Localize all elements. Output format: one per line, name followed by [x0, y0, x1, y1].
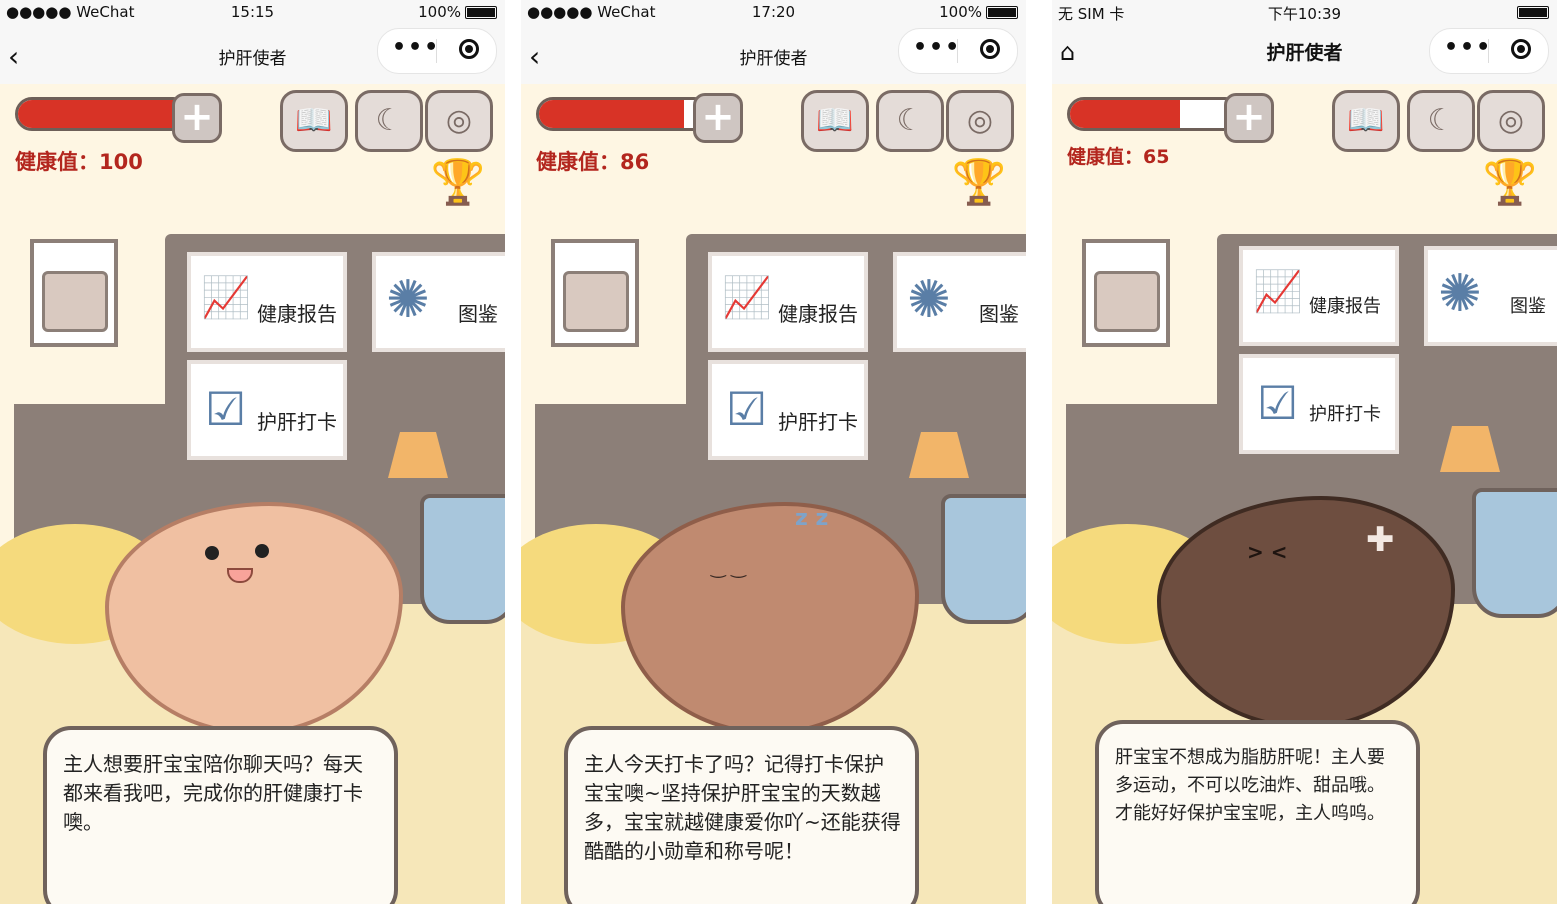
battery-indicator: 100% — [418, 3, 497, 21]
wall-picture — [551, 239, 639, 347]
book-icon[interactable]: 📖 — [801, 90, 869, 152]
health-value-label: 健康值：86 — [536, 150, 650, 174]
status-bar: ●●●●● WeChat 17:20 100% — [521, 0, 1026, 26]
health-bar-fill — [18, 100, 187, 128]
health-value-label: 健康值：100 — [15, 150, 143, 174]
battery-icon — [465, 6, 497, 19]
plate-food-icon[interactable]: ◎ — [946, 90, 1014, 152]
checkin-jar-icon: ☑ — [205, 382, 247, 436]
more-icon[interactable]: ••• — [1444, 35, 1492, 60]
nav-bar: ⌂ 护肝使者 ••• — [1052, 26, 1557, 84]
virus-icon: ✺ — [907, 270, 951, 330]
phone-screen-1: ●●●●● WeChat 15:15 100% ‹ 护肝使者 ••• + 健康值… — [0, 0, 505, 904]
gallery-card[interactable]: ✺ 图鉴 — [1424, 246, 1557, 346]
plant-pot-illustration — [420, 494, 505, 624]
wall-picture — [30, 239, 118, 347]
battery-icon — [986, 6, 1018, 19]
gallery-label: 图鉴 — [458, 302, 498, 326]
health-report-card[interactable]: 📈 健康报告 — [187, 252, 347, 352]
more-icon[interactable]: ••• — [913, 35, 961, 60]
speech-text: 主人想要肝宝宝陪你聊天吗？每天都来看我吧，完成你的肝健康打卡噢。 — [63, 752, 363, 834]
virus-icon: ✺ — [386, 270, 430, 330]
gallery-label: 图鉴 — [979, 302, 1019, 326]
plant-pot-illustration — [941, 494, 1026, 624]
speech-bubble: 肝宝宝不想成为脂肪肝呢！主人要多运动，不可以吃油炸、甜品哦。才能好好保护宝宝呢，… — [1095, 720, 1420, 904]
health-bar — [15, 97, 190, 131]
sleep-z-icon: z z — [795, 506, 829, 531]
trophy-icon[interactable]: 🏆 — [1482, 156, 1538, 220]
gallery-label: 图鉴 — [1510, 296, 1546, 317]
add-health-button[interactable]: + — [172, 93, 222, 143]
chart-trend-icon: 📈 — [201, 275, 251, 321]
mini-program-capsule: ••• — [898, 28, 1018, 74]
checkin-label: 护肝打卡 — [257, 410, 337, 434]
nav-bar: ‹ 护肝使者 ••• — [521, 26, 1026, 84]
phone-screen-3: 无 SIM 卡 下午10:39 ⌂ 护肝使者 ••• + 健康值：65 📖 ☾ … — [1052, 0, 1557, 904]
battery-indicator — [1513, 3, 1549, 21]
speech-text: 主人今天打卡了吗？记得打卡保护宝宝噢~坚持保护肝宝宝的天数越多，宝宝就越健康爱你… — [584, 752, 901, 863]
speech-text: 肝宝宝不想成为脂肪肝呢！主人要多运动，不可以吃油炸、甜品哦。才能好好保护宝宝呢，… — [1115, 747, 1385, 824]
health-bar-fill — [1070, 100, 1180, 128]
checkin-jar-icon: ☑ — [1257, 376, 1299, 430]
health-report-card[interactable]: 📈 健康报告 — [1239, 246, 1399, 346]
room-scene: + 健康值：86 📖 ☾ ◎ 🏆 📈 健康报告 ✺ 图鉴 ☑ 护肝打卡 z z … — [521, 84, 1026, 904]
health-value-label: 健康值：65 — [1067, 146, 1170, 168]
checkin-card[interactable]: ☑ 护肝打卡 — [708, 360, 868, 460]
nav-bar: ‹ 护肝使者 ••• — [0, 26, 505, 84]
room-scene: + 健康值：65 📖 ☾ ◎ 🏆 📈 健康报告 ✺ 图鉴 ☑ 护肝打卡 ✚ > … — [1052, 84, 1557, 904]
health-bar — [536, 97, 711, 131]
battery-indicator: 100% — [939, 3, 1018, 21]
trophy-icon[interactable]: 🏆 — [951, 156, 1007, 220]
checkin-card[interactable]: ☑ 护肝打卡 — [1239, 354, 1399, 454]
virus-icon: ✺ — [1438, 264, 1482, 324]
more-icon[interactable]: ••• — [392, 35, 440, 60]
plate-food-icon[interactable]: ◎ — [1477, 90, 1545, 152]
clock: 下午10:39 — [1267, 5, 1342, 23]
bandage-icon: ✚ — [1366, 520, 1395, 560]
mini-program-capsule: ••• — [1429, 28, 1549, 74]
moon-sleep-icon[interactable]: ☾ — [1407, 90, 1475, 152]
trophy-icon[interactable]: 🏆 — [430, 156, 486, 220]
health-report-label: 健康报告 — [257, 302, 337, 326]
room-scene: + 健康值：100 📖 ☾ ◎ 🏆 📈 健康报告 ✺ 图鉴 ☑ 护肝打卡 主人想… — [0, 84, 505, 904]
status-bar: 无 SIM 卡 下午10:39 — [1052, 0, 1557, 26]
plate-food-icon[interactable]: ◎ — [425, 90, 493, 152]
speech-bubble: 主人想要肝宝宝陪你聊天吗？每天都来看我吧，完成你的肝健康打卡噢。 — [43, 726, 398, 904]
chart-trend-icon: 📈 — [1253, 269, 1303, 315]
mini-program-capsule: ••• — [377, 28, 497, 74]
checkin-label: 护肝打卡 — [1309, 404, 1381, 425]
battery-icon — [1517, 6, 1549, 19]
speech-bubble: 主人今天打卡了吗？记得打卡保护宝宝噢~坚持保护肝宝宝的天数越多，宝宝就越健康爱你… — [564, 726, 919, 904]
wall-picture — [1082, 239, 1170, 347]
health-bar — [1067, 97, 1242, 131]
checkin-card[interactable]: ☑ 护肝打卡 — [187, 360, 347, 460]
gallery-card[interactable]: ✺ 图鉴 — [893, 252, 1026, 352]
book-icon[interactable]: 📖 — [280, 90, 348, 152]
add-health-button[interactable]: + — [693, 93, 743, 143]
phone-screen-2: ●●●●● WeChat 17:20 100% ‹ 护肝使者 ••• + 健康值… — [521, 0, 1026, 904]
checkin-jar-icon: ☑ — [726, 382, 768, 436]
health-bar-fill — [539, 100, 685, 128]
close-target-icon[interactable] — [1511, 39, 1531, 59]
health-report-label: 健康报告 — [778, 302, 858, 326]
checkin-label: 护肝打卡 — [778, 410, 858, 434]
plant-pot-illustration — [1472, 488, 1557, 618]
moon-sleep-icon[interactable]: ☾ — [876, 90, 944, 152]
add-health-button[interactable]: + — [1224, 93, 1274, 143]
health-report-label: 健康报告 — [1309, 296, 1381, 317]
gallery-card[interactable]: ✺ 图鉴 — [372, 252, 505, 352]
health-report-card[interactable]: 📈 健康报告 — [708, 252, 868, 352]
moon-sleep-icon[interactable]: ☾ — [355, 90, 423, 152]
status-bar: ●●●●● WeChat 15:15 100% — [0, 0, 505, 26]
close-target-icon[interactable] — [459, 39, 479, 59]
book-icon[interactable]: 📖 — [1332, 90, 1400, 152]
close-target-icon[interactable] — [980, 39, 1000, 59]
chart-trend-icon: 📈 — [722, 275, 772, 321]
